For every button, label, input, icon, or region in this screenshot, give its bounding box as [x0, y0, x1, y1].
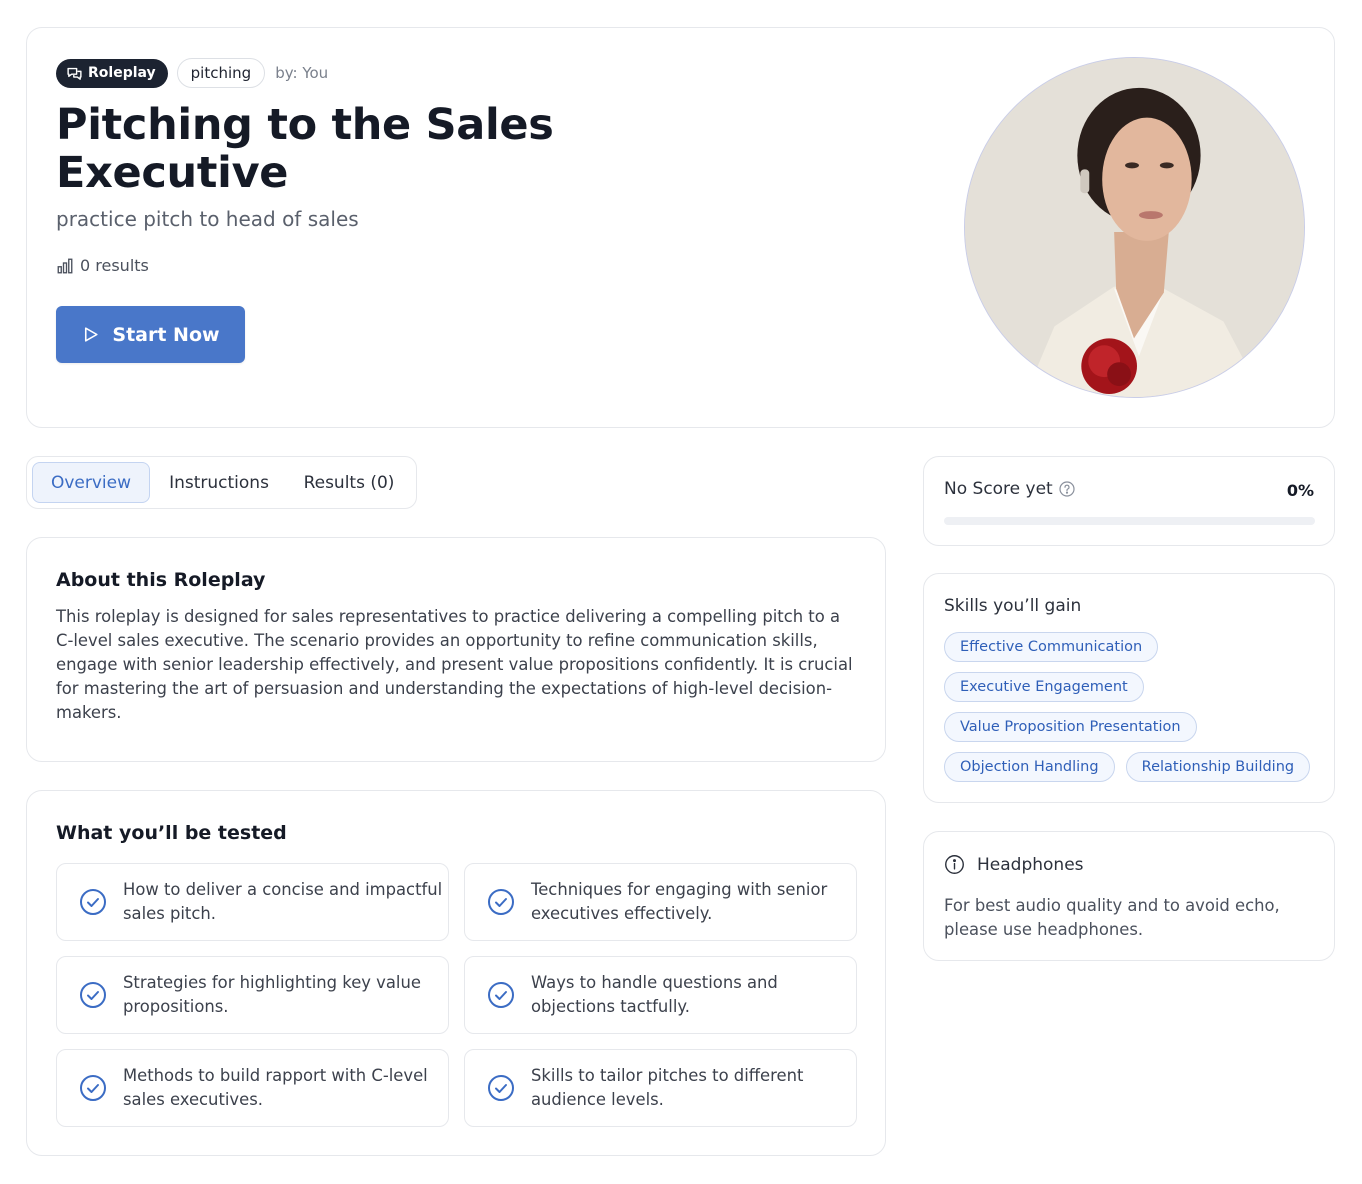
- score-value: 0%: [1286, 481, 1314, 500]
- avatar: [964, 57, 1305, 398]
- score-label: No Score yet: [944, 479, 1053, 499]
- check-circle-icon: [488, 889, 514, 915]
- character-portrait-image: [965, 58, 1304, 397]
- chat-bubbles-icon: [67, 67, 82, 80]
- tested-grid: How to deliver a concise and impactful s…: [56, 863, 857, 1127]
- check-circle-icon: [80, 889, 106, 915]
- check-circle-icon: [488, 1075, 514, 1101]
- tab-results[interactable]: Results (0): [288, 462, 410, 503]
- skill-chip[interactable]: Executive Engagement: [944, 672, 1144, 702]
- skill-chip[interactable]: Value Proposition Presentation: [944, 712, 1197, 742]
- headphones-text: For best audio quality and to avoid echo…: [944, 896, 1280, 939]
- help-circle-icon[interactable]: [1059, 481, 1075, 497]
- bar-chart-icon: [57, 258, 73, 273]
- category-tag[interactable]: pitching: [176, 58, 266, 88]
- results-label: 0 results: [80, 256, 149, 275]
- tested-card: What you’ll be tested How to deliver a c…: [26, 790, 886, 1156]
- score-progress-bar: [944, 517, 1315, 525]
- skill-chip[interactable]: Effective Communication: [944, 632, 1159, 662]
- page-subtitle: practice pitch to head of sales: [56, 207, 359, 231]
- start-now-label: Start Now: [112, 323, 220, 346]
- about-card: About this Roleplay This roleplay is des…: [26, 537, 886, 762]
- tested-item-text: How to deliver a concise and impactful s…: [123, 880, 443, 923]
- tested-item-text: Strategies for highlighting key value pr…: [123, 973, 421, 1016]
- info-icon: [945, 855, 964, 874]
- author-label: by: You: [275, 64, 329, 82]
- skills-chip-list: Effective Communication Executive Engage…: [944, 632, 1324, 792]
- start-now-button[interactable]: Start Now: [56, 306, 245, 363]
- skill-chip[interactable]: Relationship Building: [1125, 752, 1311, 782]
- tab-bar: Overview Instructions Results (0): [26, 456, 417, 509]
- page-title: Pitching to the Sales Executive: [56, 100, 554, 198]
- headphones-heading: Headphones: [977, 854, 1084, 875]
- tested-item: Methods to build rapport with C-level sa…: [56, 1049, 449, 1127]
- check-circle-icon: [80, 1075, 106, 1101]
- check-circle-icon: [80, 982, 106, 1008]
- check-circle-icon: [488, 982, 514, 1008]
- tested-heading: What you’ll be tested: [56, 822, 287, 844]
- skills-card: Skills you’ll gain Effective Communicati…: [923, 573, 1335, 803]
- tested-item: Strategies for highlighting key value pr…: [56, 956, 449, 1034]
- headphones-card: Headphones For best audio quality and to…: [923, 831, 1335, 961]
- tested-item: Techniques for engaging with senior exec…: [464, 863, 857, 941]
- roleplay-tag-label: Roleplay: [88, 65, 156, 81]
- roleplay-header-card: Roleplay pitching by: You Pitching to th…: [26, 27, 1335, 428]
- tested-item-text: Skills to tailor pitches to different au…: [531, 1066, 804, 1109]
- tab-instructions[interactable]: Instructions: [150, 462, 288, 503]
- tested-item-text: Methods to build rapport with C-level sa…: [123, 1066, 428, 1109]
- results-count: 0 results: [56, 256, 149, 275]
- roleplay-tag: Roleplay: [56, 58, 168, 88]
- tested-item: How to deliver a concise and impactful s…: [56, 863, 449, 941]
- skill-chip[interactable]: Objection Handling: [944, 752, 1115, 782]
- tested-item-text: Techniques for engaging with senior exec…: [531, 880, 828, 923]
- score-card: No Score yet 0%: [923, 456, 1335, 546]
- tab-overview[interactable]: Overview: [32, 462, 150, 503]
- tested-item-text: Ways to handle questions and objections …: [531, 973, 778, 1016]
- play-icon: [85, 327, 99, 342]
- score-label-row: No Score yet: [944, 479, 1075, 499]
- tag-row: Roleplay pitching by: You: [56, 58, 328, 88]
- skills-heading: Skills you’ll gain: [944, 596, 1082, 616]
- about-text: This roleplay is designed for sales repr…: [56, 607, 853, 722]
- about-heading: About this Roleplay: [56, 569, 266, 591]
- tested-item: Ways to handle questions and objections …: [464, 956, 857, 1034]
- tested-item: Skills to tailor pitches to different au…: [464, 1049, 857, 1127]
- headphones-heading-row: Headphones: [944, 854, 1084, 875]
